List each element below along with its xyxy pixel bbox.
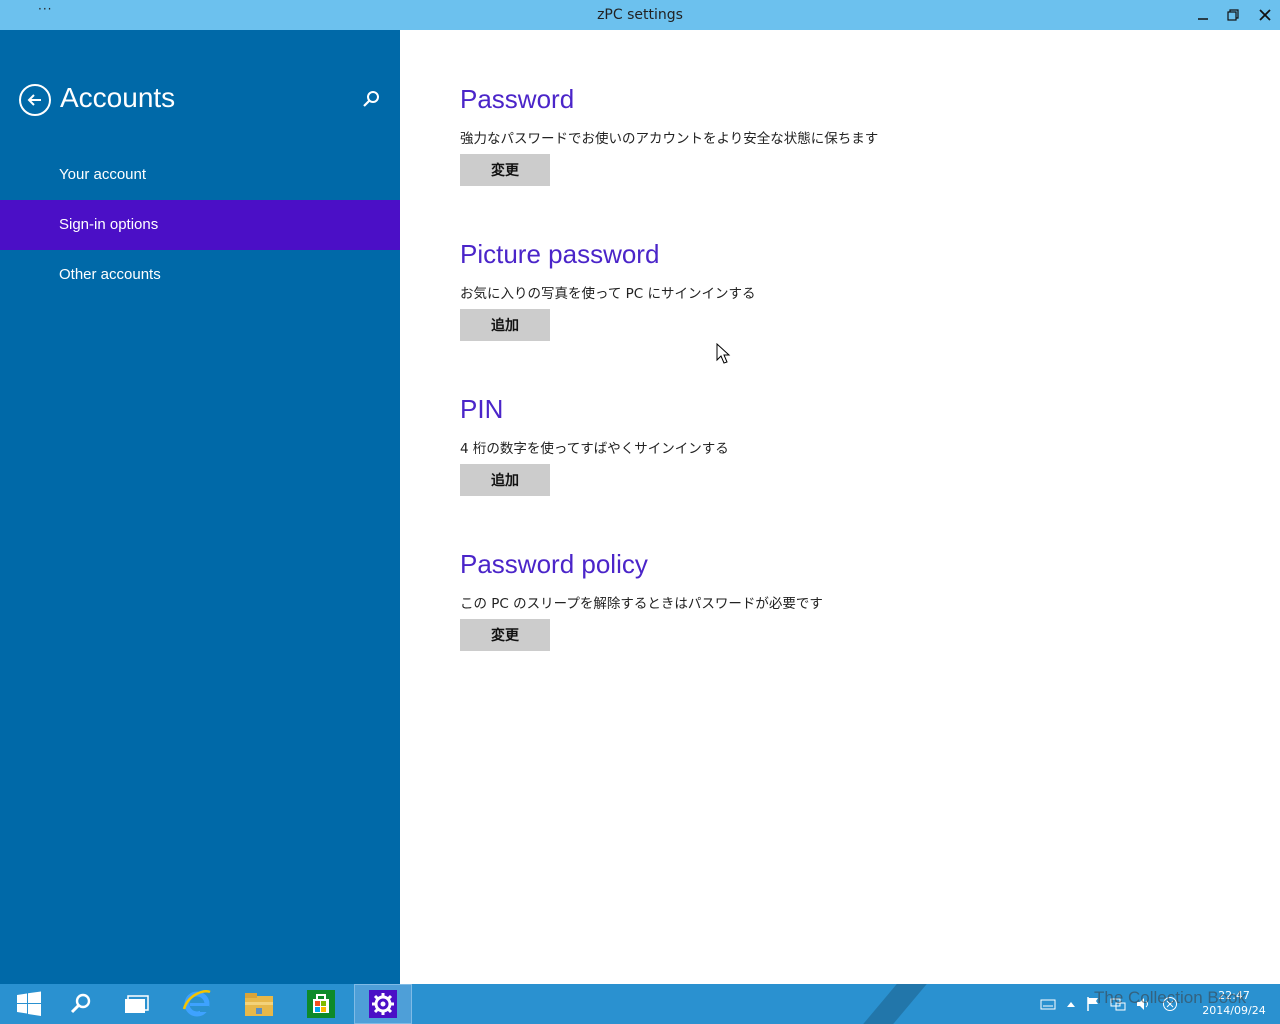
picture-password-section: Picture password お気に入りの写真を使って PC にサインインす… bbox=[460, 239, 755, 341]
restore-icon bbox=[1227, 9, 1239, 21]
start-icon bbox=[17, 991, 41, 1016]
change-password-policy-button[interactable]: 変更 bbox=[460, 619, 550, 651]
pin-section: PIN 4 桁の数字を使ってすばやくサインインする 追加 bbox=[460, 394, 729, 496]
section-title: Password bbox=[460, 84, 575, 114]
taskbar-search-button[interactable] bbox=[52, 984, 110, 1024]
close-button[interactable] bbox=[1250, 0, 1280, 30]
minimize-icon bbox=[1198, 18, 1208, 20]
maximize-button[interactable] bbox=[1218, 0, 1248, 30]
sidebar: Accounts Your account Sign-in options Ot… bbox=[0, 30, 400, 984]
store-button[interactable] bbox=[292, 984, 350, 1024]
internet-explorer-icon bbox=[182, 990, 211, 1017]
back-arrow-icon bbox=[27, 94, 41, 106]
add-picture-password-button[interactable]: 追加 bbox=[460, 309, 550, 341]
section-description: 強力なパスワードでお使いのアカウントをより安全な状態に保ちます bbox=[460, 131, 879, 147]
start-button[interactable] bbox=[0, 984, 58, 1024]
minimize-button[interactable] bbox=[1188, 0, 1218, 30]
mouse-cursor-icon bbox=[716, 343, 731, 364]
section-description: この PC のスリープを解除するときはパスワードが必要です bbox=[460, 596, 823, 612]
watermark-text: The Collection Book bbox=[1094, 988, 1247, 1007]
sidebar-item-other-accounts[interactable]: Other accounts bbox=[0, 250, 400, 300]
taskbar: 22:47 2014/09/24 bbox=[0, 984, 1280, 1024]
section-description: お気に入りの写真を使って PC にサインインする bbox=[460, 286, 756, 302]
settings-button[interactable] bbox=[354, 984, 412, 1024]
file-explorer-icon bbox=[245, 993, 273, 1016]
main-content: Password 強力なパスワードでお使いのアカウントをより安全な状態に保ちます… bbox=[400, 30, 1280, 984]
keyboard-icon[interactable] bbox=[1040, 998, 1056, 1010]
show-hidden-icons-icon[interactable] bbox=[1066, 999, 1076, 1009]
sidebar-item-sign-in-options[interactable]: Sign-in options bbox=[0, 200, 400, 250]
back-button[interactable] bbox=[19, 84, 51, 116]
sidebar-item-your-account[interactable]: Your account bbox=[0, 150, 400, 200]
title-bar: ··· zPC settings bbox=[0, 0, 1280, 30]
file-explorer-button[interactable] bbox=[230, 984, 288, 1024]
search-icon bbox=[363, 91, 379, 107]
sidebar-nav: Your account Sign-in options Other accou… bbox=[0, 150, 400, 300]
section-title: Picture password bbox=[460, 239, 660, 269]
task-view-icon bbox=[125, 995, 149, 1013]
settings-icon bbox=[369, 990, 397, 1018]
close-icon bbox=[1259, 9, 1271, 21]
password-policy-section: Password policy この PC のスリープを解除するときはパスワード… bbox=[460, 549, 823, 651]
section-title: Password policy bbox=[460, 549, 648, 579]
search-button[interactable] bbox=[360, 88, 382, 110]
add-pin-button[interactable]: 追加 bbox=[460, 464, 550, 496]
section-description: 4 桁の数字を使ってすばやくサインインする bbox=[460, 441, 729, 457]
task-view-button[interactable] bbox=[108, 984, 166, 1024]
internet-explorer-button[interactable] bbox=[168, 984, 226, 1024]
search-icon bbox=[70, 993, 91, 1014]
window-title: zPC settings bbox=[597, 7, 683, 23]
password-section: Password 強力なパスワードでお使いのアカウントをより安全な状態に保ちます… bbox=[460, 84, 878, 186]
sidebar-heading: Accounts bbox=[60, 82, 176, 113]
change-password-button[interactable]: 変更 bbox=[460, 154, 550, 186]
store-icon bbox=[307, 990, 335, 1018]
section-title: PIN bbox=[460, 394, 504, 424]
